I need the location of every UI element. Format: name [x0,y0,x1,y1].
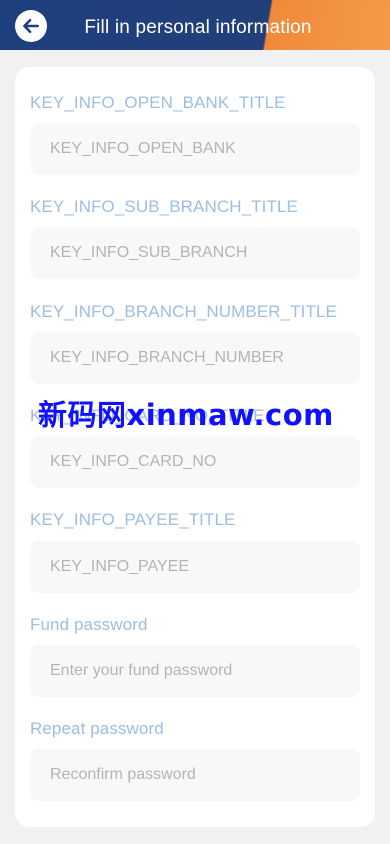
repeat-password-label: Repeat password [30,719,164,738]
personal-info-form: KEY_INFO_OPEN_BANK_TITLE KEY_INFO_SUB_BR… [15,67,375,827]
page-title: Fill in personal information [84,17,312,38]
header-bar: Fill in personal information [0,0,390,50]
fund-password-label: Fund password [30,615,148,634]
branch-number-label: KEY_INFO_BRANCH_NUMBER_TITLE [30,302,337,321]
fund-password-input[interactable] [30,645,360,697]
open-bank-label: KEY_INFO_OPEN_BANK_TITLE [30,93,286,112]
branch-number-input[interactable] [30,332,360,384]
open-bank-input[interactable] [30,123,360,175]
sub-branch-label: KEY_INFO_SUB_BRANCH_TITLE [30,197,298,216]
payee-label: KEY_INFO_PAYEE_TITLE [30,510,236,529]
sub-branch-input[interactable] [30,227,360,279]
card-no-input[interactable] [30,436,360,488]
repeat-password-input[interactable] [30,749,360,801]
watermark-text: 新码网xinmaw.com [38,398,334,432]
payee-input[interactable] [30,541,360,593]
